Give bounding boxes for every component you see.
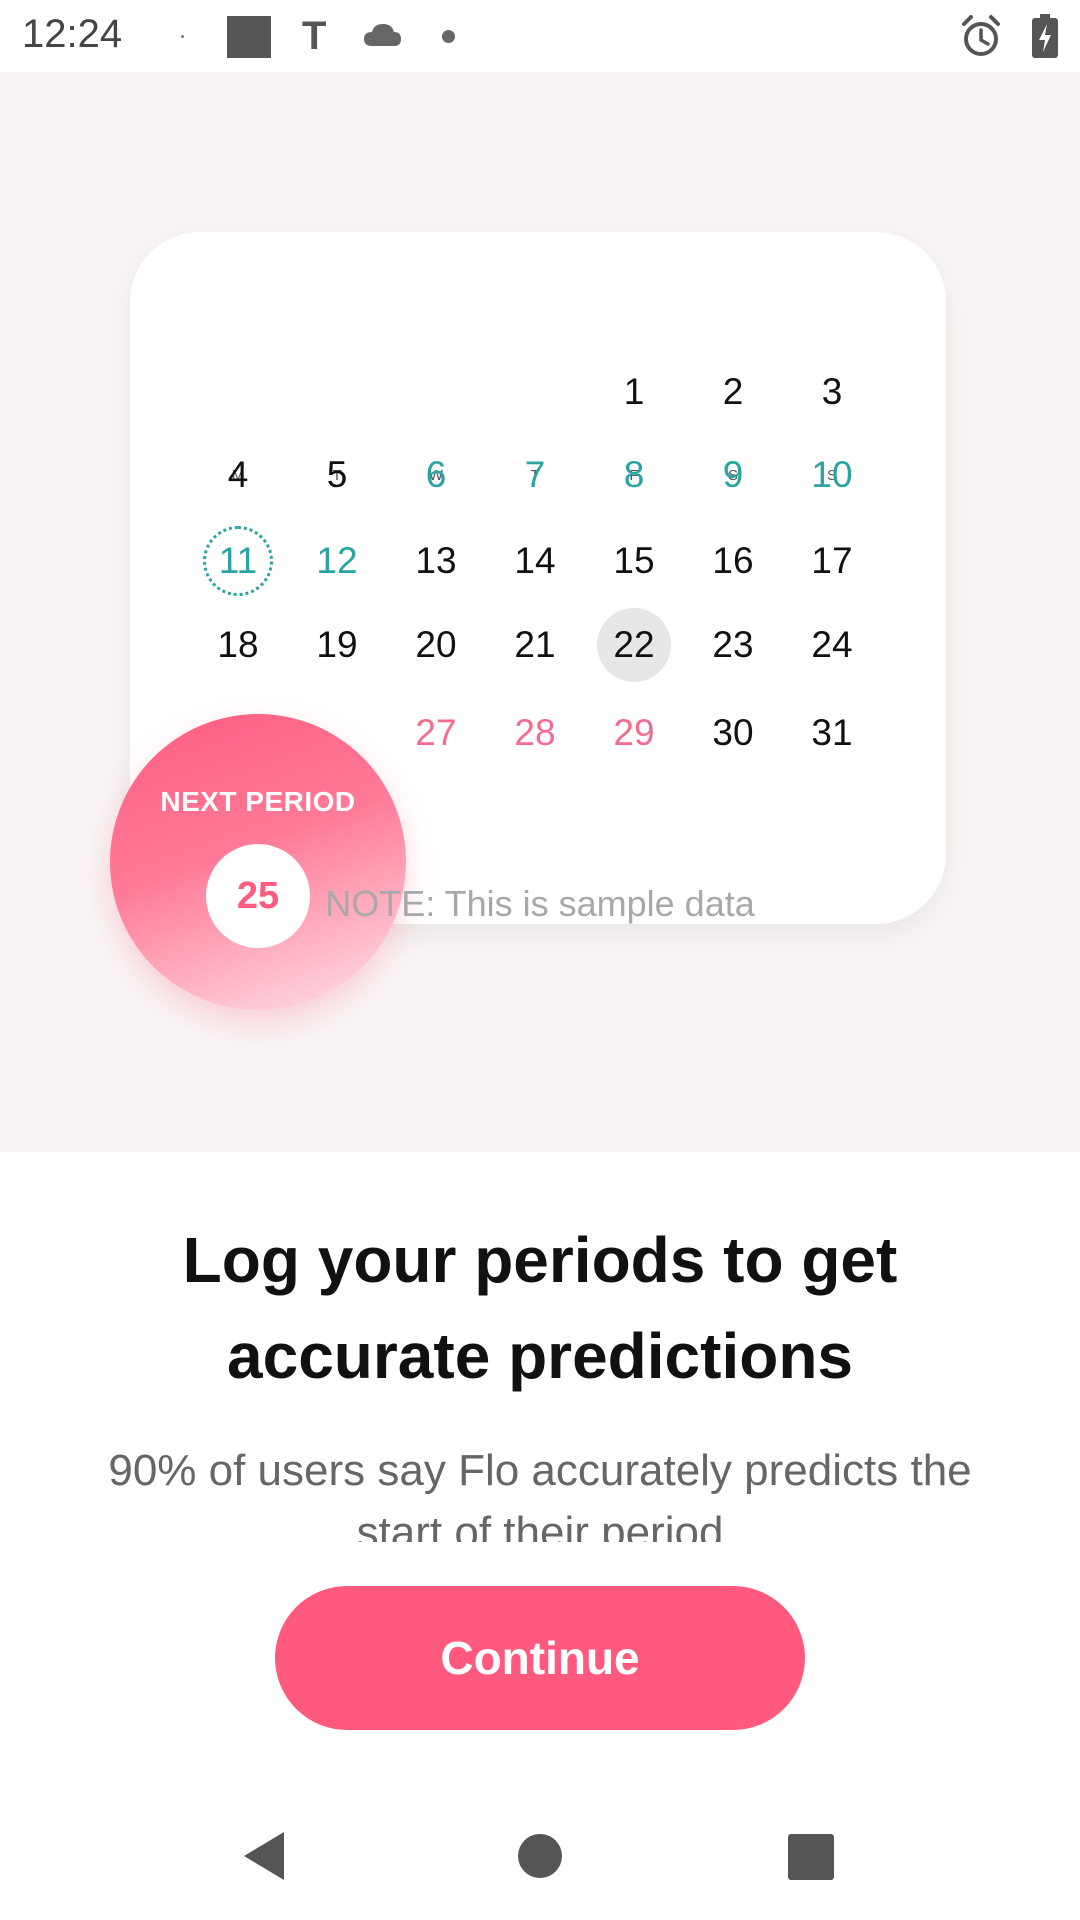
square-notification-icon [227,16,271,58]
calendar-day: 10 [811,454,853,495]
calendar-day: 31 [811,712,853,753]
calendar-illustration: M T W T F S S 1 2 3 4 5 6 7 8 9 10 11 12 13 14 15 16 17 1… [0,72,1080,1152]
dot-icon [442,30,455,43]
calendar-day: 24 [811,624,853,665]
calendar-day: 11 [218,540,258,581]
calendar-day: 30 [712,712,754,753]
subtext-container: 90% of users say Flo accurately predicts… [60,1440,1020,1542]
calendar-day: 20 [415,624,457,665]
home-icon[interactable] [518,1834,562,1878]
cloud-icon [364,24,401,46]
recent-apps-icon[interactable] [788,1834,834,1880]
continue-button[interactable]: Continue [275,1586,805,1730]
next-period-bubble: NEXT PERIOD 25 [110,714,406,1010]
screen: 12:24 T M T W T F S S 1234567 8 9 10 11 … [0,0,1080,1920]
calendar-day: 8 [623,454,645,495]
calendar-day: 2 [722,371,744,412]
back-icon[interactable] [242,1830,286,1882]
calendar-day: 23 [712,624,754,665]
calendar-day: 6 [425,454,447,495]
calendar-day: 28 [514,712,556,753]
calendar-day: 19 [316,624,358,665]
status-bar: 12:24 T [0,0,1080,72]
alarm-icon [962,15,1000,56]
calendar-day: 7 [524,454,546,495]
calendar-day: 9 [722,454,744,495]
calendar-day: 29 [613,712,655,753]
calendar-day: 5 [326,454,348,495]
headline: Log your periods to get accurate predict… [182,1224,898,1392]
t-notification-icon: T [302,14,327,58]
calendar-day: 3 [821,371,843,412]
calendar-day: 22 [613,624,655,665]
calendar-day: 15 [613,540,655,581]
subtext: 90% of users say Flo accurately predicts… [108,1446,972,1542]
dot-icon [181,35,184,38]
calendar-day: 1 [623,371,645,412]
calendar-day: 21 [514,624,556,665]
navigation-bar [0,1790,1080,1920]
calendar-day: 14 [514,540,556,581]
calendar-day: 4 [227,454,249,495]
sample-data-note: NOTE: This is sample data [325,883,755,924]
calendar-day: 12 [316,540,358,581]
calendar-day: 13 [415,540,457,581]
status-time: 12:24 [22,12,123,56]
battery-charging-icon [1032,14,1058,58]
calendar-day: 18 [217,624,259,665]
calendar-day: 27 [415,712,457,753]
next-period-label: NEXT PERIOD [160,786,356,817]
calendar-day: 17 [811,540,853,581]
calendar-day: 16 [712,540,754,581]
